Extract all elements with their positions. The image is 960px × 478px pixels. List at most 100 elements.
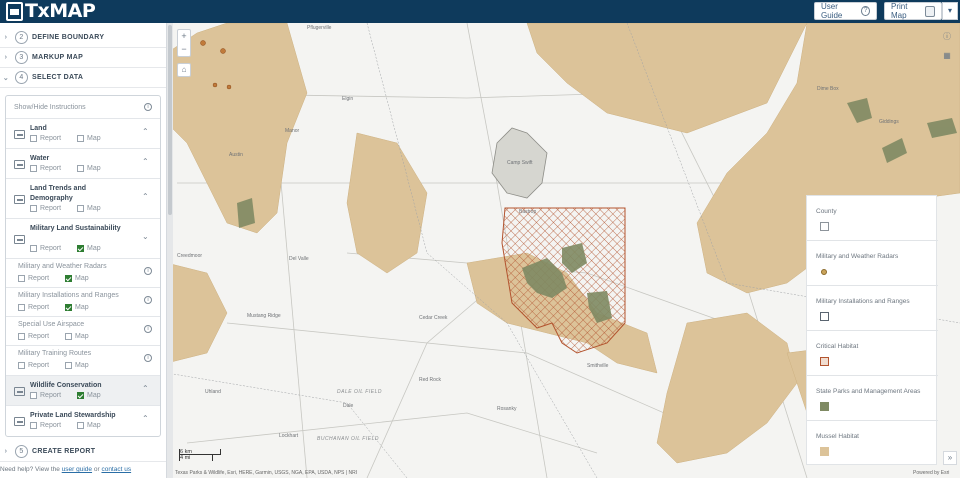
print-options-dropdown[interactable]: ▾ bbox=[942, 2, 958, 20]
installations-report-checkbox[interactable]: Report bbox=[18, 304, 49, 311]
land-trends-report-checkbox[interactable]: Report bbox=[30, 205, 61, 212]
checkbox-checked[interactable] bbox=[77, 392, 84, 399]
checkbox[interactable] bbox=[18, 333, 25, 340]
user-guide-button[interactable]: User Guide ? bbox=[814, 2, 877, 20]
legend-mussel-habitat: Mussel Habitat bbox=[807, 421, 938, 466]
radars-map-checkbox[interactable]: Map bbox=[65, 275, 89, 282]
checkbox[interactable] bbox=[18, 362, 25, 369]
step-create-report[interactable]: › 5 CREATE REPORT bbox=[0, 442, 166, 462]
help-icon: ? bbox=[861, 6, 870, 16]
chevron-up-icon[interactable]: ⌃ bbox=[142, 384, 149, 393]
wildlife-report-checkbox[interactable]: Report bbox=[30, 392, 61, 399]
map-layer-icon bbox=[14, 387, 25, 396]
checkbox-label: Report bbox=[40, 205, 62, 212]
checkbox[interactable] bbox=[30, 392, 37, 399]
checkbox[interactable] bbox=[77, 205, 84, 212]
info-icon[interactable]: i bbox=[144, 103, 152, 111]
checkbox-label: Map bbox=[87, 135, 101, 142]
checkbox[interactable] bbox=[65, 333, 72, 340]
state-parks-swatch bbox=[820, 402, 829, 411]
info-icon[interactable]: i bbox=[144, 325, 152, 333]
checkbox[interactable] bbox=[77, 422, 84, 429]
powered-by-esri[interactable]: Powered by Esri bbox=[913, 470, 949, 476]
user-guide-link[interactable]: user guide bbox=[62, 466, 92, 473]
sublayer-radars: Military and Weather Radars i Report Map bbox=[6, 258, 160, 287]
checkbox-checked[interactable] bbox=[65, 304, 72, 311]
checkbox[interactable] bbox=[77, 135, 84, 142]
checkbox[interactable] bbox=[30, 245, 37, 252]
step-markup-map[interactable]: › 3 MARKUP MAP bbox=[0, 48, 166, 68]
private-map-checkbox[interactable]: Map bbox=[77, 422, 101, 429]
info-icon[interactable]: ⓘ bbox=[940, 30, 954, 44]
checkbox-checked[interactable] bbox=[77, 245, 84, 252]
installations-map-checkbox[interactable]: Map bbox=[65, 304, 89, 311]
private-report-checkbox[interactable]: Report bbox=[30, 422, 61, 429]
sublayer-installations: Military Installations and Ranges i Repo… bbox=[6, 287, 160, 316]
zoom-out-button[interactable]: − bbox=[178, 43, 190, 56]
radars-report-checkbox[interactable]: Report bbox=[18, 275, 49, 282]
checkbox[interactable] bbox=[30, 205, 37, 212]
info-icon[interactable]: i bbox=[144, 267, 152, 275]
chevron-up-icon[interactable]: ⌃ bbox=[142, 192, 149, 201]
map-label: Camp Swift bbox=[507, 160, 533, 166]
map-layer-icon bbox=[14, 235, 25, 244]
step-define-boundary[interactable]: › 2 DEFINE BOUNDARY bbox=[0, 28, 166, 48]
step-select-data[interactable]: ⌄ 4 SELECT DATA bbox=[0, 68, 166, 88]
panel-resize-handle[interactable] bbox=[167, 23, 173, 478]
expand-icon[interactable]: » bbox=[943, 451, 957, 465]
map-label: Lockhart bbox=[279, 433, 299, 439]
legend-installations: Military Installations and Ranges bbox=[807, 286, 938, 331]
checkbox[interactable] bbox=[30, 422, 37, 429]
sublayer-title: Military Training Routes bbox=[18, 350, 92, 357]
chevron-up-icon[interactable]: ⌃ bbox=[142, 414, 149, 423]
checkbox[interactable] bbox=[65, 362, 72, 369]
routes-map-checkbox[interactable]: Map bbox=[65, 362, 89, 369]
checkbox-label: Map bbox=[75, 333, 89, 340]
sublayer-training-routes: Military Training Routes i Report Map bbox=[6, 345, 160, 375]
checkbox[interactable] bbox=[18, 304, 25, 311]
wildlife-map-checkbox[interactable]: Map bbox=[77, 392, 101, 399]
print-map-button[interactable]: Print Map bbox=[884, 2, 942, 20]
txmap-logo[interactable]: TxMAP bbox=[6, 1, 96, 22]
home-button[interactable]: ⌂ bbox=[177, 63, 191, 77]
checkbox[interactable] bbox=[30, 165, 37, 172]
military-map-checkbox[interactable]: Map bbox=[77, 245, 101, 252]
legend-county: County bbox=[807, 196, 938, 241]
category-title: Land bbox=[30, 125, 47, 132]
contact-us-link[interactable]: contact us bbox=[101, 466, 131, 473]
land-map-checkbox[interactable]: Map bbox=[77, 135, 101, 142]
chevron-down-icon[interactable]: ⌄ bbox=[142, 232, 149, 241]
map-label: Giddings bbox=[879, 119, 899, 125]
zoom-in-button[interactable]: + bbox=[178, 30, 190, 43]
step-label: MARKUP MAP bbox=[32, 54, 84, 61]
checkbox-label: Map bbox=[75, 362, 89, 369]
checkbox[interactable] bbox=[77, 165, 84, 172]
military-report-checkbox[interactable]: Report bbox=[30, 245, 61, 252]
airspace-map-checkbox[interactable]: Map bbox=[65, 333, 89, 340]
checkbox-label: Map bbox=[75, 304, 89, 311]
basemap-grid-icon[interactable]: ▦ bbox=[940, 49, 954, 63]
water-map-checkbox[interactable]: Map bbox=[77, 165, 101, 172]
info-icon[interactable]: i bbox=[144, 354, 152, 362]
checkbox[interactable] bbox=[30, 135, 37, 142]
checkbox-label: Report bbox=[28, 333, 50, 340]
land-report-checkbox[interactable]: Report bbox=[30, 135, 61, 142]
map-label: Cedar Creek bbox=[419, 315, 448, 321]
airspace-report-checkbox[interactable]: Report bbox=[18, 333, 49, 340]
checkbox[interactable] bbox=[18, 275, 25, 282]
checkbox-label: Map bbox=[87, 245, 101, 252]
water-report-checkbox[interactable]: Report bbox=[30, 165, 61, 172]
routes-report-checkbox[interactable]: Report bbox=[18, 362, 49, 369]
chevron-up-icon[interactable]: ⌃ bbox=[142, 157, 149, 166]
checkbox-checked[interactable] bbox=[65, 275, 72, 282]
chevron-up-icon[interactable]: ⌃ bbox=[142, 127, 149, 136]
show-hide-instructions-link[interactable]: Show/Hide Instructions bbox=[14, 104, 86, 111]
checkbox-label: Report bbox=[40, 392, 62, 399]
map-label: Dale bbox=[343, 403, 354, 409]
info-icon[interactable]: i bbox=[144, 296, 152, 304]
legend-title: Mussel Habitat bbox=[816, 433, 859, 440]
land-trends-map-checkbox[interactable]: Map bbox=[77, 205, 101, 212]
help-prefix: Need help? View the bbox=[0, 466, 60, 473]
checkbox-label: Map bbox=[87, 422, 101, 429]
texas-icon bbox=[6, 2, 23, 21]
